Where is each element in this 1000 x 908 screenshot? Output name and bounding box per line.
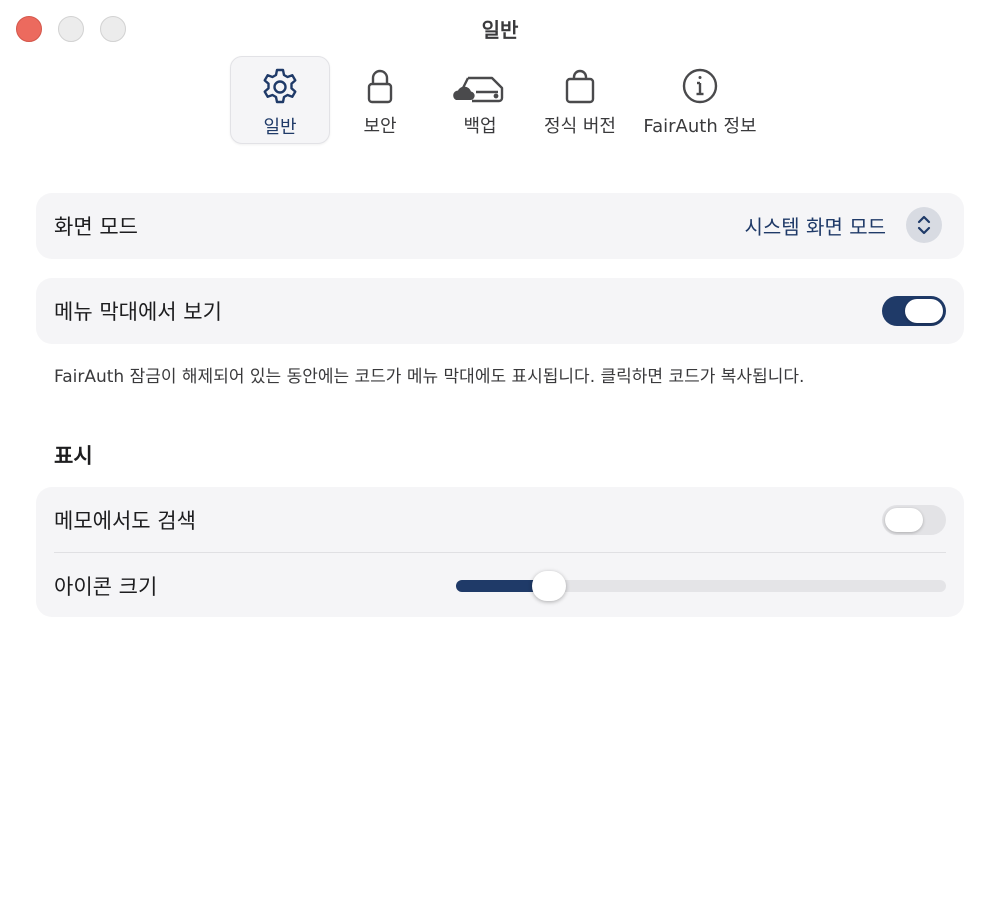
- search-memos-row: 메모에서도 검색: [36, 487, 964, 553]
- window-title: 일반: [481, 18, 519, 42]
- toggle-knob: [885, 508, 923, 532]
- display-mode-row: 화면 모드 시스템 화면 모드: [36, 193, 964, 259]
- tab-backup-label: 백업: [463, 116, 497, 137]
- menu-bar-row: 메뉴 막대에서 보기: [36, 278, 964, 344]
- icon-size-slider[interactable]: [456, 571, 946, 601]
- menu-bar-label: 메뉴 막대에서 보기: [54, 300, 222, 324]
- gear-icon: [260, 67, 300, 107]
- display-section-title: 표시: [54, 444, 93, 468]
- shopping-bag-icon: [560, 66, 600, 106]
- tab-security[interactable]: 보안: [340, 56, 420, 144]
- tab-about[interactable]: FairAuth 정보: [640, 56, 760, 144]
- slider-thumb[interactable]: [532, 571, 567, 601]
- search-memos-toggle[interactable]: [882, 505, 946, 535]
- display-mode-popup[interactable]: 시스템 화면 모드: [744, 207, 942, 243]
- tab-full-version[interactable]: 정식 버전: [530, 56, 630, 144]
- toggle-knob: [905, 299, 943, 323]
- cloud-drive-icon: [452, 66, 508, 106]
- display-mode-value: 시스템 화면 모드: [744, 214, 886, 239]
- menu-bar-toggle[interactable]: [882, 296, 946, 326]
- icon-size-row: 아이콘 크기: [36, 553, 964, 619]
- tab-general[interactable]: 일반: [230, 56, 330, 144]
- tab-backup[interactable]: 백업: [440, 56, 520, 144]
- icon-size-label: 아이콘 크기: [54, 575, 158, 599]
- tab-security-label: 보안: [363, 116, 397, 137]
- chevron-up-down-icon: [906, 207, 942, 243]
- menu-bar-card: 메뉴 막대에서 보기: [36, 278, 964, 344]
- display-settings-card: 메모에서도 검색 아이콘 크기: [36, 487, 964, 617]
- display-mode-label: 화면 모드: [54, 215, 138, 239]
- tab-about-label: FairAuth 정보: [643, 116, 757, 137]
- tab-general-label: 일반: [263, 117, 297, 138]
- info-icon: [680, 66, 720, 106]
- display-mode-card: 화면 모드 시스템 화면 모드: [36, 193, 964, 259]
- search-memos-label: 메모에서도 검색: [54, 509, 196, 533]
- lock-icon: [360, 66, 400, 106]
- tab-full-version-label: 정식 버전: [544, 116, 616, 137]
- menu-bar-note: FairAuth 잠금이 해제되어 있는 동안에는 코드가 메뉴 막대에도 표시…: [54, 367, 805, 387]
